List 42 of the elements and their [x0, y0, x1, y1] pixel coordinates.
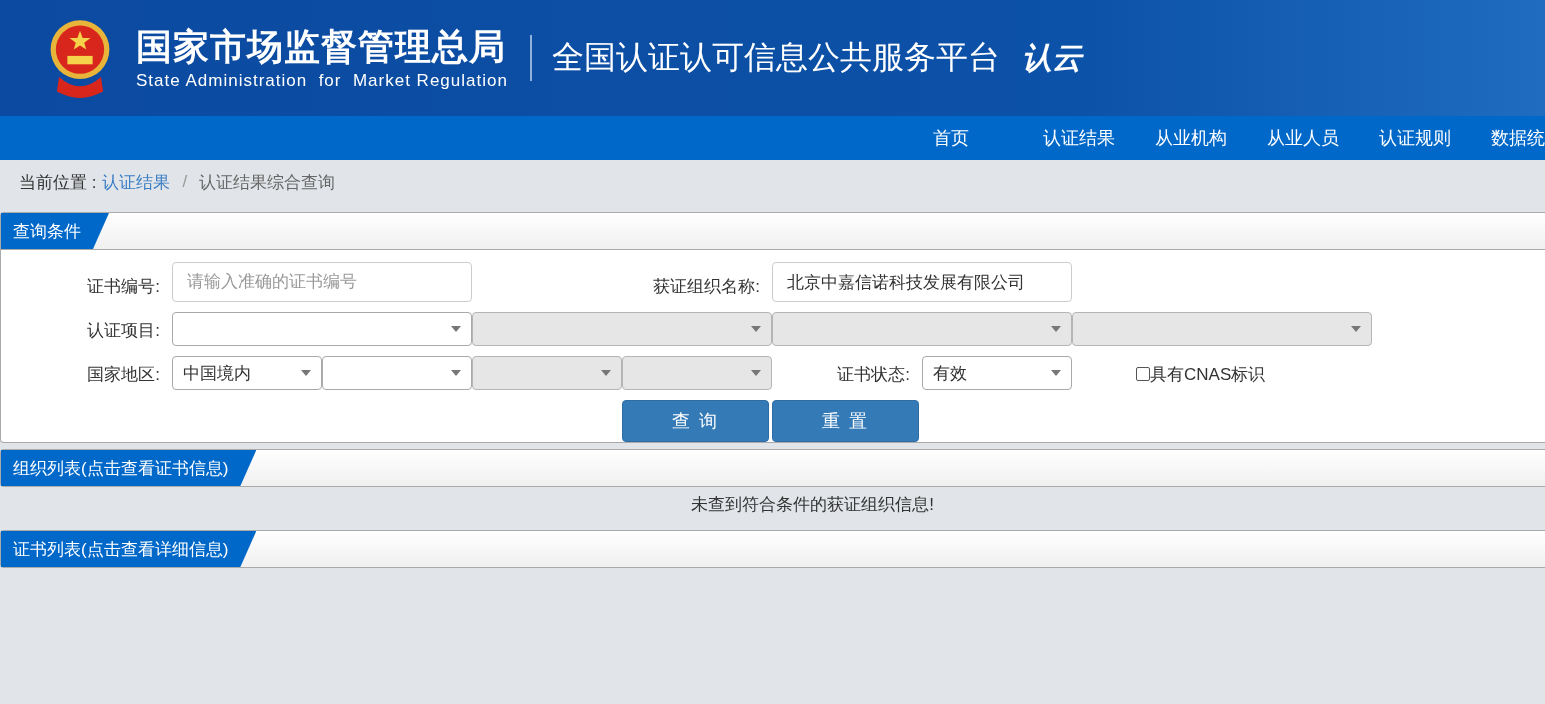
- caret-icon: [1351, 326, 1361, 332]
- field-label: 获证组织名称:: [652, 275, 761, 298]
- nav-link[interactable]: 从业人员: [1267, 126, 1339, 150]
- caret-icon: [451, 326, 461, 332]
- caret-icon: [751, 370, 761, 376]
- org-name-field[interactable]: 北京中嘉信诺科技发展有限公司: [772, 262, 1072, 302]
- region-dropdown[interactable]: [322, 356, 472, 390]
- panel-title: 证书列表(点击查看详细信息): [1, 531, 257, 567]
- nav-link[interactable]: 首页: [933, 126, 969, 150]
- empty-message: 未查到符合条件的获证组织信息!: [691, 495, 934, 514]
- field-label: 国家地区:: [86, 363, 161, 386]
- nav-link[interactable]: 认证结果: [1043, 126, 1115, 150]
- panel-title: 组织列表(点击查看证书信息): [1, 450, 257, 486]
- cert-number-field[interactable]: 请输入准确的证书编号: [172, 262, 472, 302]
- caret-icon: [451, 370, 461, 376]
- caret-icon: [601, 370, 611, 376]
- reset-button[interactable]: 重 置: [772, 400, 919, 442]
- caret-icon: [1051, 370, 1061, 376]
- checkbox-label: 具有CNAS标识: [1150, 363, 1266, 386]
- status-dropdown[interactable]: 有效: [922, 356, 1072, 390]
- platform-title: 全国认证认可信息公共服务平台: [551, 38, 1000, 77]
- caret-icon: [751, 326, 761, 332]
- agency-name-english: State Administration for Market Regulation: [136, 71, 508, 91]
- logo-text: 认云: [1021, 39, 1082, 76]
- breadcrumb-separator: /: [182, 172, 188, 192]
- field-label: 证书状态:: [836, 363, 911, 386]
- breadcrumb-label: 当前位置 :: [19, 171, 97, 194]
- cnas-checkbox[interactable]: [1136, 367, 1150, 381]
- caret-icon: [301, 370, 311, 376]
- project-dropdown[interactable]: [172, 312, 472, 346]
- nav-link[interactable]: 数据统: [1491, 126, 1545, 150]
- field-label: 认证项目:: [86, 319, 161, 342]
- breadcrumb-current: 认证结果综合查询: [199, 171, 336, 194]
- field-label: 证书编号:: [86, 275, 161, 298]
- region-dropdown[interactable]: 中国境内: [172, 356, 322, 390]
- caret-icon: [1051, 326, 1061, 332]
- agency-name: 国家市场监督管理总局: [136, 25, 507, 69]
- nav-link[interactable]: 从业机构: [1155, 126, 1227, 150]
- search-button[interactable]: 查 询: [622, 400, 769, 442]
- panel-title: 查询条件: [1, 213, 109, 249]
- nav-link[interactable]: 认证规则: [1379, 126, 1451, 150]
- breadcrumb-link[interactable]: 认证结果: [102, 170, 171, 194]
